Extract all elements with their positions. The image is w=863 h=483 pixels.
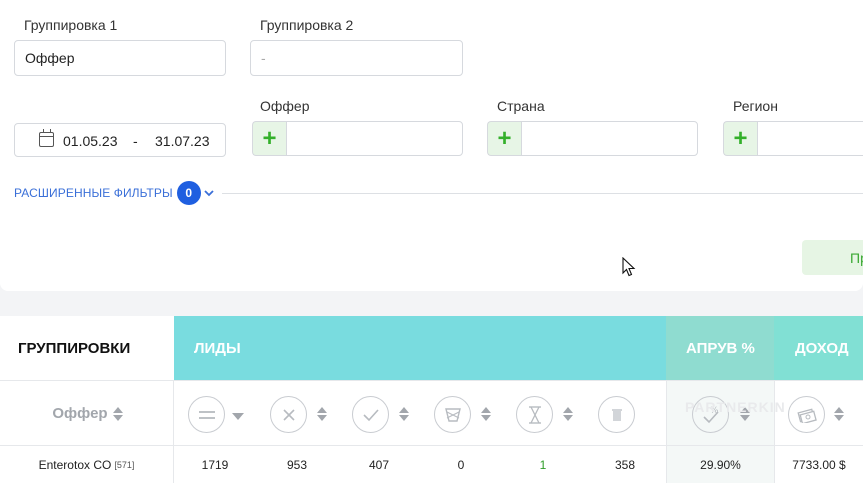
divider xyxy=(222,193,863,194)
hold-leads-column xyxy=(502,381,584,446)
leads-header: ЛИДЫ xyxy=(174,316,666,380)
region-filter-input[interactable] xyxy=(757,121,863,156)
sort-icon[interactable] xyxy=(399,407,409,421)
check-icon xyxy=(352,396,389,433)
offer-cell[interactable]: Enterotox CO [571] xyxy=(0,446,174,483)
offer-filter-input[interactable] xyxy=(286,121,463,156)
cross-icon xyxy=(270,396,307,433)
trash-box-icon xyxy=(434,396,471,433)
income-header: ДОХОД xyxy=(774,316,863,380)
country-add-button[interactable]: + xyxy=(487,121,521,156)
total-leads-cell: 1719 xyxy=(201,458,229,472)
country-filter-label: Страна xyxy=(497,98,545,114)
income-cell: 7733.00 $ xyxy=(774,446,863,483)
rejected-leads-cell: 953 xyxy=(286,458,308,472)
offer-add-button[interactable]: + xyxy=(252,121,286,156)
income-column xyxy=(774,381,863,446)
offer-filter-label: Оффер xyxy=(260,98,310,114)
chevron-down-icon[interactable] xyxy=(232,413,244,420)
apply-button[interactable]: Пр xyxy=(802,240,863,275)
trash-leads-column xyxy=(420,381,502,446)
filter-panel: Группировка 1 Оффер Группировка 2 - 01.0… xyxy=(0,0,863,291)
table-row: Enterotox CO [571] 1719 953 407 0 1 358 … xyxy=(0,445,863,483)
date-separator: - xyxy=(133,133,138,149)
advanced-filters-label: РАСШИРЕННЫЕ ФИЛЬТРЫ xyxy=(14,186,173,200)
calendar-icon xyxy=(39,129,54,147)
offer-column-label: Оффер xyxy=(52,405,108,422)
sort-icon[interactable] xyxy=(563,407,573,421)
grouping2-select[interactable]: - xyxy=(250,40,463,76)
money-icon xyxy=(788,396,825,433)
chevron-down-icon xyxy=(204,186,214,200)
deleted-leads-column xyxy=(584,381,666,446)
region-add-button[interactable]: + xyxy=(723,121,757,156)
advanced-filters-toggle[interactable]: РАСШИРЕННЫЕ ФИЛЬТРЫ 0 xyxy=(14,181,214,205)
offer-name: Enterotox CO xyxy=(38,458,112,472)
approve-pct-cell: 29.90% xyxy=(666,446,774,483)
hold-leads-cell: 1 xyxy=(539,458,547,472)
date-range-picker[interactable]: 01.05.23 - 31.07.23 xyxy=(14,123,226,157)
column-icons-row: Оффер % PARTNERKIN xyxy=(0,380,863,446)
delete-icon xyxy=(598,396,635,433)
grouping1-select[interactable]: Оффер xyxy=(14,40,226,76)
date-to: 31.07.23 xyxy=(155,133,210,149)
sort-icon[interactable] xyxy=(834,407,844,421)
offer-column-header[interactable]: Оффер xyxy=(0,381,174,446)
total-leads-column xyxy=(174,381,256,446)
approved-leads-cell: 407 xyxy=(368,458,390,472)
approve-header: АПРУВ % xyxy=(666,316,774,380)
grouping2-label: Группировка 2 xyxy=(260,17,354,33)
region-filter-label: Регион xyxy=(733,98,778,114)
rejected-leads-column xyxy=(256,381,338,446)
watermark-text: PARTNERKIN xyxy=(685,399,786,415)
offer-filter: + xyxy=(252,121,463,156)
sort-icon[interactable] xyxy=(317,407,327,421)
sort-icon[interactable] xyxy=(112,406,123,421)
country-filter-input[interactable] xyxy=(521,121,698,156)
approved-leads-column xyxy=(338,381,420,446)
groupings-header: ГРУППИРОВКИ xyxy=(0,316,174,380)
deleted-leads-cell: 358 xyxy=(614,458,636,472)
grouping1-label: Группировка 1 xyxy=(24,17,118,33)
region-filter: + xyxy=(723,121,863,156)
country-filter: + xyxy=(487,121,698,156)
offer-id: [571] xyxy=(114,460,135,470)
hourglass-icon xyxy=(516,396,553,433)
trash-leads-cell: 0 xyxy=(457,458,465,472)
sort-icon[interactable] xyxy=(481,407,491,421)
mouse-cursor-icon xyxy=(622,257,636,277)
equals-icon xyxy=(188,396,225,433)
advanced-filters-count-badge: 0 xyxy=(176,181,201,205)
date-from: 01.05.23 xyxy=(63,133,118,149)
